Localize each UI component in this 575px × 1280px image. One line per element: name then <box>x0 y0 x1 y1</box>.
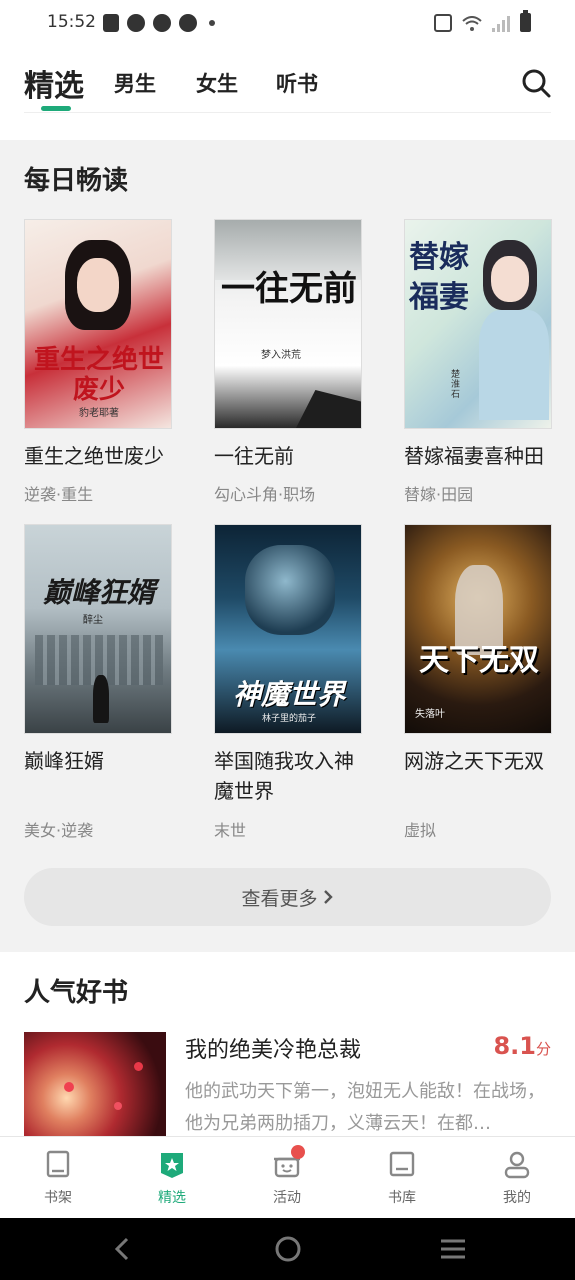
tab-featured-bottom[interactable]: 精选 <box>132 1149 212 1207</box>
book-card[interactable]: 替嫁福妻 楚淮石 替嫁福妻喜种田 <box>404 219 552 471</box>
library-icon <box>389 1151 415 1177</box>
book-title[interactable]: 重生之绝世废少 <box>24 441 172 471</box>
tab-profile[interactable]: 我的 <box>477 1149 557 1207</box>
app-notification-icon <box>179 14 197 32</box>
featured-icon <box>161 1153 183 1178</box>
tab-featured[interactable]: 精选 <box>24 61 84 105</box>
book-card[interactable]: 天下无双 失落叶 网游之天下无双 <box>404 524 552 776</box>
system-icons <box>434 10 531 32</box>
cover-author-text: 失落叶 <box>415 709 445 720</box>
cover-author-text: 梦入洪荒 <box>261 350 301 361</box>
bottom-tab-bar: 书架 精选 活动 书库 我的 <box>0 1136 575 1218</box>
home-icon[interactable] <box>275 1236 301 1262</box>
tab-bookshelf[interactable]: 书架 <box>18 1149 98 1207</box>
cover-title-text: 天下无双 <box>419 643 539 678</box>
app-notification-icon <box>127 14 145 32</box>
cover-title-text: 神魔世界 <box>232 678 345 711</box>
book-tags: 末世 <box>214 821 247 840</box>
status-bar: 15:52 <box>0 0 575 46</box>
book-tags: 替嫁·田园 <box>404 485 474 504</box>
tab-label: 我的 <box>503 1190 531 1206</box>
book-title[interactable]: 一往无前 <box>214 441 362 471</box>
book-tags: 虚拟 <box>404 821 437 840</box>
section-title-popular: 人气好书 <box>24 978 129 1008</box>
book-title[interactable]: 网游之天下无双 <box>404 746 552 776</box>
cover-title-text: 一往无前 <box>221 269 357 309</box>
book-cover[interactable]: 神魔世界 林子里的茄子 <box>214 524 362 734</box>
system-nav-bar <box>0 1218 575 1280</box>
score-value: 8.1 <box>493 1032 536 1060</box>
tab-male[interactable]: 男生 <box>114 68 156 98</box>
tab-activity[interactable]: 活动 <box>247 1145 327 1207</box>
battery-icon <box>520 10 531 32</box>
tab-label: 活动 <box>273 1190 301 1206</box>
nav-divider <box>24 112 551 113</box>
score-unit: 分 <box>535 1040 551 1058</box>
view-more-label: 查看更多 <box>241 887 318 910</box>
status-time: 15:52 <box>47 12 96 32</box>
cover-title-text: 巅峰狂婿 <box>42 576 155 609</box>
profile-icon <box>504 1151 530 1179</box>
cover-title-text: 重生之绝世废少 <box>33 345 164 405</box>
view-more-button[interactable]: 查看更多 <box>24 868 551 926</box>
book-cover[interactable]: 替嫁福妻 楚淮石 <box>404 219 552 429</box>
bookshelf-icon <box>46 1150 70 1178</box>
message-icon <box>103 14 119 32</box>
wifi-icon <box>462 16 482 31</box>
book-title[interactable]: 举国随我攻入神魔世界 <box>214 746 362 806</box>
book-card[interactable]: 巅峰狂婿 醉尘 巅峰狂婿 <box>24 524 172 776</box>
book-tags: 逆袭·重生 <box>24 485 94 504</box>
book-score: 8.1分 <box>493 1032 551 1060</box>
vibrate-icon <box>434 14 452 32</box>
book-title[interactable]: 巅峰狂婿 <box>24 746 172 776</box>
tab-library[interactable]: 书库 <box>362 1149 442 1207</box>
tab-label: 书库 <box>388 1190 416 1206</box>
more-notifications-icon <box>209 20 215 26</box>
book-tags: 美女·逆袭 <box>24 821 94 840</box>
chevron-right-icon <box>323 890 333 904</box>
top-nav: 精选 男生 女生 听书 <box>0 46 575 140</box>
book-title[interactable]: 我的绝美冷艳总裁 <box>185 1032 361 1064</box>
cover-author-text: 楚淮石 <box>451 370 461 400</box>
app-notification-icon <box>153 14 171 32</box>
book-cover[interactable]: 重生之绝世废少 豹老耶著 <box>24 219 172 429</box>
book-title[interactable]: 替嫁福妻喜种田 <box>404 441 552 471</box>
tab-label: 精选 <box>158 1190 186 1206</box>
notification-icons <box>103 14 215 32</box>
tab-female[interactable]: 女生 <box>196 68 238 98</box>
popular-section: 人气好书 我的绝美冷艳总裁 8.1分 他的武功天下第一，泡妞无人能敌！在战场，他… <box>0 952 575 1142</box>
recents-icon[interactable] <box>440 1236 466 1262</box>
book-card[interactable]: 重生之绝世废少 豹老耶著 重生之绝世废少 <box>24 219 172 471</box>
cover-title-text: 替嫁福妻 <box>409 240 469 315</box>
cover-author-text: 林子里的茄子 <box>261 714 316 724</box>
tab-label: 书架 <box>44 1190 72 1206</box>
active-tab-indicator <box>41 106 71 111</box>
book-description: 他的武功天下第一，泡妞无人能敌！在战场，他为兄弟两肋插刀，义薄云天！在都… <box>185 1081 545 1134</box>
book-cover[interactable]: 天下无双 失落叶 <box>404 524 552 734</box>
tab-audiobook[interactable]: 听书 <box>276 68 318 98</box>
section-title-daily: 每日畅读 <box>24 166 129 196</box>
signal-icon <box>492 16 510 32</box>
cover-author-text: 豹老耶著 <box>79 408 119 419</box>
book-cover[interactable] <box>24 1032 166 1142</box>
back-icon[interactable] <box>112 1236 132 1262</box>
search-icon[interactable] <box>521 68 551 98</box>
book-card[interactable]: 一往无前 梦入洪荒 一往无前 <box>214 219 362 471</box>
book-cover[interactable]: 巅峰狂婿 醉尘 <box>24 524 172 734</box>
book-cover[interactable]: 一往无前 梦入洪荒 <box>214 219 362 429</box>
book-card[interactable]: 神魔世界 林子里的茄子 举国随我攻入神魔世界 <box>214 524 362 806</box>
book-tags: 勾心斗角·职场 <box>214 485 316 504</box>
notification-badge <box>291 1145 305 1159</box>
cover-author-text: 醉尘 <box>83 615 103 626</box>
